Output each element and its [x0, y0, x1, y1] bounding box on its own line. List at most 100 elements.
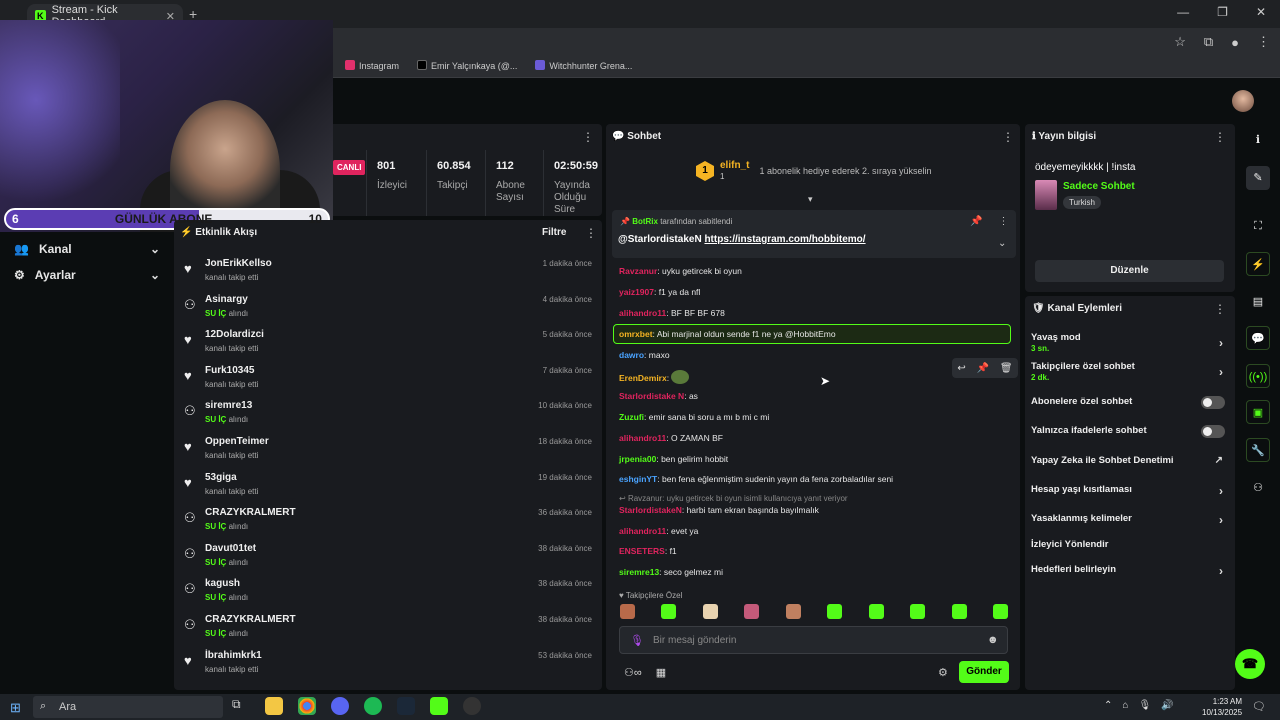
chat-message[interactable]: eshginYT: ben fena eğlenmiştim sudenin y… [619, 474, 893, 484]
channel-action-item[interactable]: Yalnızca ifadelerle sohbet [1031, 425, 1227, 438]
chat-username[interactable]: alihandro11 [619, 526, 666, 536]
emoji-picker-icon[interactable]: ☻ [987, 634, 999, 646]
activity-filter-button[interactable]: Filtre [542, 227, 566, 238]
activity-menu-icon[interactable]: ⋮ [585, 226, 597, 240]
pencil-icon[interactable]: ✎ [1246, 166, 1270, 190]
sidebar-item-kanal[interactable]: 👥 Kanal ⌄ [14, 242, 160, 256]
bookmark-star-icon[interactable]: ☆ [1174, 34, 1186, 50]
chat-username[interactable]: siremre13 [619, 567, 659, 577]
chat-message[interactable]: ENSETERS: f1 [619, 546, 677, 556]
channel-action-item[interactable]: Abonelere özel sohbet [1031, 396, 1227, 409]
chat-bubble-icon[interactable]: 💬 [1246, 326, 1270, 350]
bookmark-x[interactable]: Emir Yalçınkaya (@... [417, 60, 517, 71]
pinned-link[interactable]: https://instagram.com/hobbitemo/ [704, 234, 865, 245]
chat-message[interactable]: siremre13: seco gelmez mi [619, 567, 723, 577]
more-icon[interactable]: ⋮ [998, 216, 1008, 227]
info-menu-icon[interactable]: ⋮ [1214, 130, 1226, 144]
channel-actions-menu-icon[interactable]: ⋮ [1214, 302, 1226, 316]
activity-user[interactable]: CRAZYKRALMERT [205, 507, 296, 518]
channel-action-item[interactable]: Hesap yaşı kısıtlaması › [1031, 484, 1227, 498]
chat-settings-icon[interactable]: ⚙ [938, 666, 948, 679]
chat-message[interactable]: alihandro11: evet ya [619, 526, 698, 536]
chat-username[interactable]: Ravzanur [619, 266, 657, 276]
activity-user[interactable]: CRAZYKRALMERT [205, 614, 296, 625]
send-button[interactable]: Gönder [959, 661, 1009, 683]
activity-user[interactable]: JonErikKellso [205, 258, 272, 269]
bookmark-witchhunter[interactable]: Witchhunter Grena... [535, 60, 632, 71]
chat-message[interactable]: Zuzufi: emir sana bi soru a mı b mi c mi [619, 412, 769, 422]
chat-username[interactable]: ErenDemirx [619, 373, 667, 383]
reply-icon[interactable]: ↩ [957, 363, 965, 374]
activity-user[interactable]: Furk10345 [205, 365, 254, 376]
support-icon[interactable]: ☎ [1235, 649, 1265, 679]
gift-emote-icon[interactable] [661, 604, 677, 619]
obs-icon[interactable] [463, 697, 481, 715]
discord-icon[interactable] [331, 697, 349, 715]
ghost-emote-icon[interactable] [827, 604, 843, 619]
kick-icon[interactable] [430, 697, 448, 715]
taskbar-search[interactable]: Ara [33, 696, 223, 718]
chat-username[interactable]: StarlordistakeN [619, 505, 682, 515]
activity-user[interactable]: 12Dolardizci [205, 329, 264, 340]
wrench-icon[interactable]: 🔧 [1246, 438, 1270, 462]
pin-icon[interactable]: 📌 [970, 216, 982, 227]
chevron-down-icon[interactable]: ⌄ [998, 238, 1006, 249]
microphone-icon[interactable]: 🎙 [1138, 700, 1151, 711]
microphone-icon[interactable]: 🎙 [630, 634, 644, 647]
activity-user[interactable]: İbrahimkrk1 [205, 650, 262, 661]
store-icon[interactable]: ▦ [656, 666, 666, 679]
stream-category[interactable]: Sadece Sohbet [1063, 181, 1135, 192]
chat-message[interactable]: ErenDemirx: [619, 370, 690, 384]
chat-input-placeholder[interactable]: Bir mesaj gönderin [653, 635, 736, 646]
volume-icon[interactable]: 🔊 [1161, 700, 1173, 711]
chat-message[interactable]: alihandro11: BF BF BF 678 [619, 308, 725, 318]
clipboard-icon[interactable]: ▤ [1246, 290, 1270, 314]
windows-start-icon[interactable]: ⊞ [10, 700, 21, 716]
notification-icon[interactable]: 🗨 [1252, 700, 1266, 713]
layout-icon[interactable]: ▣ [1246, 400, 1270, 424]
chat-message[interactable]: omrxbet: Abi marjinal oldun sende f1 ne … [619, 329, 836, 339]
extensions-icon[interactable]: ⧉ [1204, 34, 1213, 50]
activity-user[interactable]: Asinargy [205, 294, 248, 305]
trash-icon[interactable]: 🗑 [1000, 363, 1013, 374]
channel-action-item[interactable]: Yapay Zeka ile Sohbet Denetimi ↗ [1031, 455, 1227, 466]
channel-action-item[interactable]: İzleyici Yönlendir [1031, 539, 1227, 550]
collapse-icon[interactable]: ▾ [808, 194, 813, 205]
pig-emote-icon[interactable] [744, 604, 760, 619]
steam-icon[interactable] [397, 697, 415, 715]
chat-message[interactable]: Ravzanur: uyku getircek bi oyun [619, 266, 742, 276]
raid-icon[interactable]: ⚇∞ [624, 666, 642, 679]
edit-button[interactable]: Düzenle [1035, 260, 1224, 282]
soccer-emote-icon[interactable] [951, 604, 967, 619]
lightning-icon[interactable]: ⚡ [1246, 252, 1270, 276]
face-emote-icon[interactable] [620, 604, 635, 619]
activity-user[interactable]: Davut01tet [205, 543, 256, 554]
chat-username[interactable]: ENSETERS [619, 546, 665, 556]
channel-action-item[interactable]: Takipçilere özel sohbet 2 dk. › [1031, 361, 1227, 382]
channel-action-item[interactable]: Yavaş mod 3 sn. › [1031, 332, 1227, 353]
channel-action-item[interactable]: Yasaklanmış kelimeler › [1031, 513, 1227, 527]
stats-menu-icon[interactable]: ⋮ [582, 130, 594, 144]
pin-icon[interactable]: 📌 [977, 363, 989, 374]
broadcast-icon[interactable]: ((•)) [1246, 364, 1270, 388]
chat-message[interactable]: yaiz1907: f1 ya da nfl [619, 287, 700, 297]
chat-message[interactable]: StarlordistakeN: harbi tam ekran başında… [619, 505, 819, 515]
user-avatar[interactable] [1232, 90, 1254, 112]
sidebar-item-ayarlar[interactable]: ⚙ Ayarlar ⌄ [14, 268, 160, 282]
spotify-icon[interactable] [364, 697, 382, 715]
toggle-switch[interactable] [1201, 396, 1225, 409]
users-icon[interactable]: ⚇ [1246, 476, 1270, 500]
task-view-icon[interactable]: ⧉ [232, 697, 250, 715]
expand-icon[interactable]: ⛶ [1246, 214, 1270, 238]
smile-emote-icon[interactable] [992, 604, 1008, 619]
close-window-icon[interactable]: ✕ [1256, 5, 1266, 19]
activity-user[interactable]: 53giga [205, 472, 237, 483]
chat-message[interactable]: dawro: maxo [619, 350, 670, 360]
chat-username[interactable]: alihandro11 [619, 308, 666, 318]
file-explorer-icon[interactable] [265, 697, 283, 715]
activity-user[interactable]: kagush [205, 578, 240, 589]
chrome-icon[interactable] [298, 697, 316, 715]
chat-username[interactable]: yaiz1907 [619, 287, 654, 297]
minimize-icon[interactable]: — [1177, 5, 1189, 19]
activity-user[interactable]: OppenTeimer [205, 436, 269, 447]
